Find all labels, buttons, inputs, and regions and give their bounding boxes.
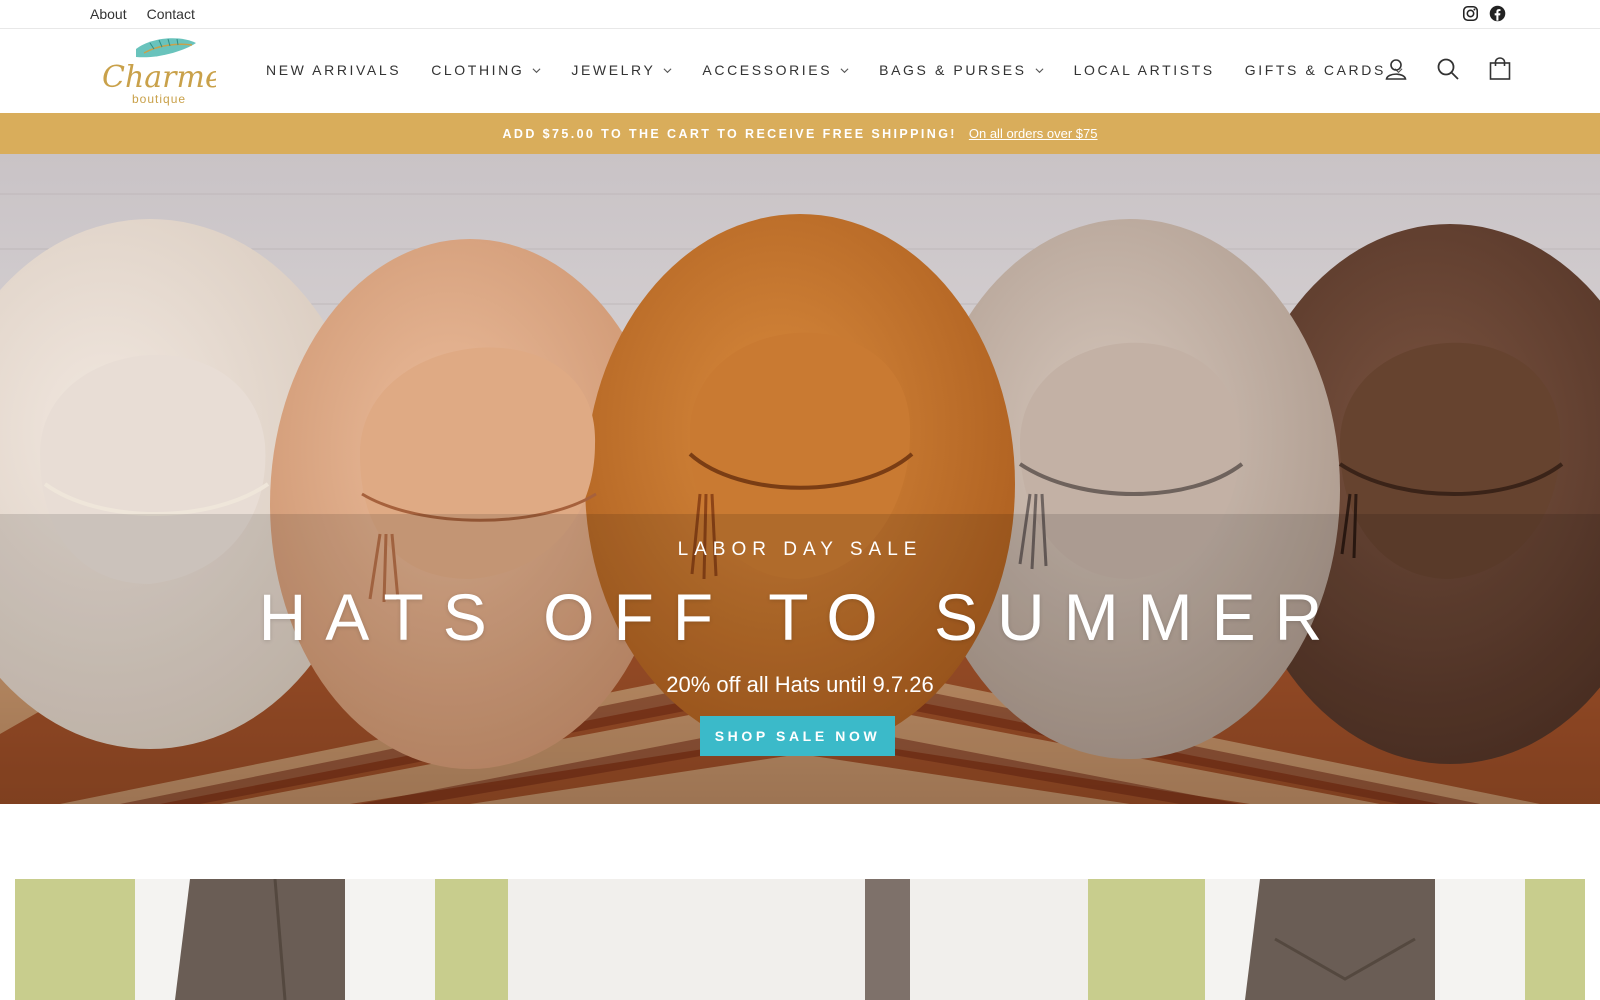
- hero-banner[interactable]: LABOR DAY SALE HATS OFF TO SUMMER 20% of…: [0, 154, 1600, 804]
- hero-eyebrow: LABOR DAY SALE: [677, 539, 923, 560]
- nav-gifts-cards[interactable]: GIFTS & CARDS: [1245, 62, 1403, 78]
- search-icon[interactable]: [1436, 57, 1460, 81]
- free-shipping-link[interactable]: On all orders over $75: [969, 126, 1098, 141]
- hero-headline: HATS OFF TO SUMMER: [258, 580, 1342, 654]
- featured-image-1: [15, 879, 508, 1000]
- contact-link[interactable]: Contact: [147, 6, 195, 22]
- nav-accessories[interactable]: ACCESSORIES: [702, 62, 849, 78]
- nav-jewelry[interactable]: JEWELRY: [571, 62, 672, 78]
- social-links: [1462, 5, 1506, 22]
- featured-image-2: [508, 879, 1088, 1000]
- facebook-icon[interactable]: [1489, 5, 1506, 22]
- chevron-down-icon: [840, 67, 849, 73]
- hero-text: LABOR DAY SALE HATS OFF TO SUMMER 20% of…: [0, 154, 1600, 804]
- nav-clothing[interactable]: CLOTHING: [431, 62, 541, 78]
- announcement-bar: ADD $75.00 TO THE CART TO RECEIVE FREE S…: [0, 113, 1600, 154]
- nav-local-artists[interactable]: LOCAL ARTISTS: [1074, 62, 1215, 78]
- header-icons: [1384, 57, 1512, 81]
- site-header: Charmed boutique NEW ARRIVALS CLOTHING J…: [0, 29, 1600, 113]
- hero-subline: 20% off all Hats until 9.7.26: [666, 672, 934, 697]
- instagram-icon[interactable]: [1462, 5, 1479, 22]
- nav-new-arrivals[interactable]: NEW ARRIVALS: [266, 62, 401, 78]
- logo[interactable]: Charmed boutique: [96, 35, 242, 107]
- utility-bar: About Contact: [0, 0, 1600, 29]
- cart-icon[interactable]: [1488, 57, 1512, 81]
- utility-links: About Contact: [90, 6, 195, 22]
- account-icon[interactable]: [1384, 57, 1408, 81]
- shop-sale-button[interactable]: SHOP SALE NOW: [700, 716, 895, 756]
- chevron-down-icon: [663, 67, 672, 73]
- main-nav: NEW ARRIVALS CLOTHING JEWELRY ACCESSORIE…: [266, 62, 1403, 78]
- feather-icon: [136, 38, 196, 58]
- nav-bags-purses[interactable]: BAGS & PURSES: [879, 62, 1044, 78]
- about-link[interactable]: About: [90, 6, 127, 22]
- free-shipping-message: ADD $75.00 TO THE CART TO RECEIVE FREE S…: [502, 126, 957, 141]
- featured-image-3: [1088, 879, 1585, 1000]
- svg-text:boutique: boutique: [132, 92, 186, 106]
- svg-text:Charmed: Charmed: [102, 60, 216, 95]
- chevron-down-icon: [532, 67, 541, 73]
- featured-images: [15, 879, 1585, 1000]
- chevron-down-icon: [1035, 67, 1044, 73]
